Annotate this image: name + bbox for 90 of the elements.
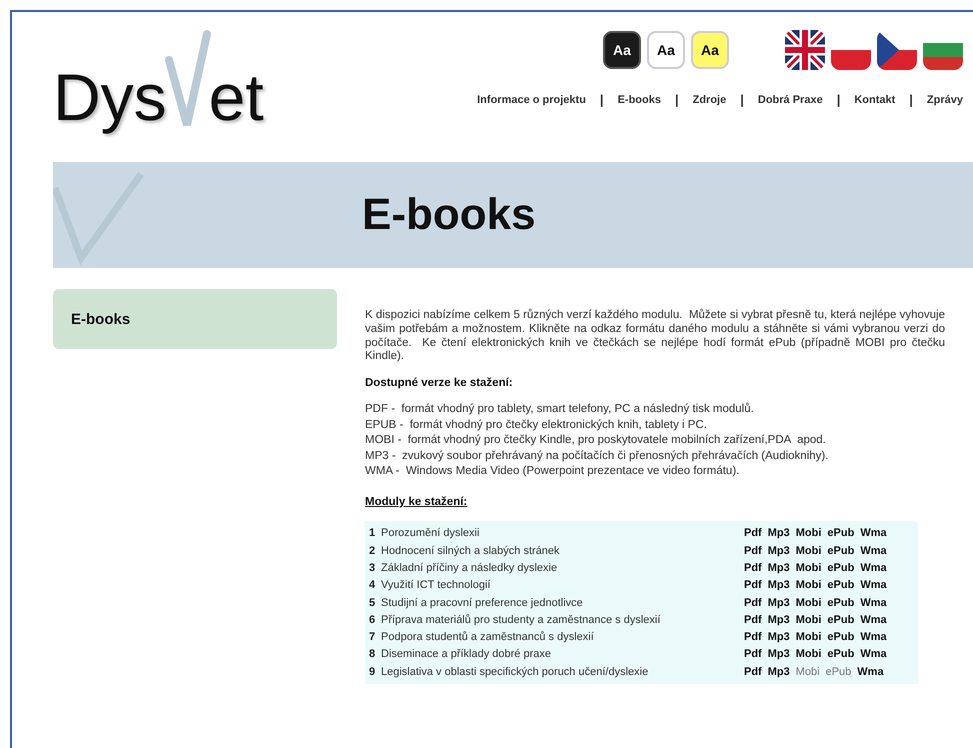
download-link[interactable]: Mobi bbox=[796, 544, 822, 557]
download-link[interactable]: Mobi bbox=[796, 527, 822, 540]
download-link[interactable]: Pdf bbox=[744, 544, 762, 557]
download-link[interactable]: Mobi bbox=[796, 631, 822, 644]
logo-text: et bbox=[208, 64, 264, 130]
download-link[interactable]: ePub bbox=[827, 527, 854, 540]
flag-icon[interactable] bbox=[785, 30, 825, 70]
download-link[interactable]: Pdf bbox=[744, 666, 762, 678]
module-number: 1 bbox=[369, 527, 376, 540]
download-link[interactable]: ePub bbox=[826, 666, 852, 678]
sidebar-item[interactable]: E-books bbox=[53, 289, 337, 349]
module-title[interactable]: Podpora studentů a zaměstnanců s dyslexií bbox=[381, 631, 738, 644]
module-title[interactable]: Studijní a pracovní preference jednotlivce bbox=[381, 596, 738, 609]
format-description: PDF - formát vhodný pro tablety, smart telefony, PC a následný tisk modulů. bbox=[365, 402, 755, 418]
module-title[interactable]: Základní příčiny a následky dyslexie bbox=[381, 562, 738, 574]
download-link[interactable]: Wma bbox=[860, 648, 887, 660]
nav-separator: | bbox=[836, 92, 840, 107]
download-link[interactable]: Mp3 bbox=[768, 648, 790, 660]
download-link[interactable]: ePub bbox=[827, 544, 854, 557]
intro-paragraph: K dispozici nabízíme celkem 5 různých verzí každého modulu. Můžete si vybrat přesně tu, která nejlépe vyhovuje vašim potřebám a možnostem. Klikněte na odkaz formátu daného modulu a stáhněte si vámi vybranou verzi do počítače. Ke čtení elektronických knih ve čtečkách se nejlépe hodí formát ePub (případně MOBI pro čtečku Kindle). bbox=[365, 309, 945, 364]
font-size-button[interactable]: Aa bbox=[647, 31, 685, 69]
module-number: 3 bbox=[369, 562, 376, 574]
download-link[interactable]: Wma bbox=[860, 544, 887, 557]
download-link[interactable]: Mp3 bbox=[768, 544, 790, 557]
download-link[interactable]: ePub bbox=[827, 562, 854, 574]
font-size-button[interactable]: Aa bbox=[603, 31, 641, 69]
nav-link[interactable]: Zdroje bbox=[692, 94, 726, 106]
font-size-button[interactable]: Aa bbox=[691, 31, 729, 69]
download-link[interactable]: Wma bbox=[860, 527, 887, 540]
download-link[interactable]: ePub bbox=[827, 631, 854, 644]
nav-separator: | bbox=[600, 92, 604, 107]
download-link[interactable]: Pdf bbox=[744, 596, 762, 609]
download-link[interactable]: Wma bbox=[860, 631, 887, 644]
download-link[interactable]: Mobi bbox=[796, 562, 822, 574]
section-heading: Moduly ke stažení: bbox=[365, 496, 468, 508]
nav-link[interactable]: Zprávy bbox=[926, 94, 963, 106]
format-description: WMA - Windows Media Video (Powerpoint prezentace ve video formátu). bbox=[365, 464, 740, 480]
flag-icon[interactable] bbox=[877, 30, 917, 70]
module-title[interactable]: Hodnocení silných a slabých stránek bbox=[381, 544, 738, 557]
download-link[interactable]: Mp3 bbox=[768, 596, 790, 609]
nav-link[interactable]: E-books bbox=[618, 94, 661, 106]
download-link[interactable]: Mobi bbox=[796, 614, 822, 626]
download-link[interactable]: ePub bbox=[827, 614, 854, 626]
module-title[interactable]: Diseminace a příklady dobré praxe bbox=[381, 648, 738, 660]
download-link[interactable]: Mobi bbox=[796, 666, 820, 678]
nav-link[interactable]: Informace o projektu bbox=[477, 94, 586, 106]
download-link[interactable]: ePub bbox=[827, 579, 854, 592]
download-link[interactable]: Mp3 bbox=[768, 631, 790, 644]
module-number: 4 bbox=[369, 579, 376, 592]
download-link[interactable]: Mobi bbox=[796, 596, 822, 609]
format-description: MOBI - formát vhodný pro čtečky Kindle, pro poskytovatele mobilních zařízení,PDA apod. bbox=[365, 433, 827, 448]
module-number: 2 bbox=[369, 544, 376, 557]
download-link[interactable]: Wma bbox=[860, 579, 887, 592]
page-title: E-books bbox=[362, 190, 536, 240]
download-link[interactable]: Pdf bbox=[744, 631, 762, 644]
module-number: 8 bbox=[369, 648, 376, 660]
download-link[interactable]: Mobi bbox=[796, 648, 822, 660]
download-link[interactable]: Wma bbox=[860, 596, 887, 609]
section-heading: Dostupné verze ke stažení: bbox=[365, 377, 514, 390]
download-link[interactable]: Mp3 bbox=[768, 666, 790, 678]
module-number: 6 bbox=[369, 614, 376, 626]
module-title[interactable]: Příprava materiálů pro studenty a zaměstnance s dyslexií bbox=[381, 614, 738, 626]
module-number: 9 bbox=[369, 666, 376, 678]
download-link[interactable]: Mp3 bbox=[768, 562, 790, 574]
module-title[interactable]: Legislativa v oblasti specifických poruch učení/dyslexie bbox=[381, 666, 738, 678]
download-link[interactable]: Wma bbox=[860, 614, 887, 626]
download-link[interactable]: Mp3 bbox=[768, 527, 790, 540]
nav-separator: | bbox=[909, 92, 913, 107]
format-description: MP3 - zvukový soubor přehrávaný na počítačích či přenosných přehrávačích (Audioknihy). bbox=[365, 448, 830, 464]
module-number: 7 bbox=[369, 631, 376, 644]
nav-link[interactable]: Kontakt bbox=[854, 94, 896, 106]
download-link[interactable]: Pdf bbox=[744, 648, 762, 660]
download-link[interactable]: Wma bbox=[857, 666, 884, 678]
nav-separator: | bbox=[740, 92, 744, 107]
download-link[interactable]: ePub bbox=[827, 596, 854, 609]
download-link[interactable]: Pdf bbox=[744, 527, 762, 540]
download-link[interactable]: Wma bbox=[860, 562, 887, 574]
download-link[interactable]: Pdf bbox=[744, 562, 762, 574]
download-link[interactable]: ePub bbox=[827, 648, 854, 660]
format-description: EPUB - formát vhodný pro čtečky elektronických knih, tablety i PC. bbox=[365, 418, 708, 433]
nav-link[interactable]: Dobrá Praxe bbox=[758, 94, 823, 106]
module-number: 5 bbox=[369, 596, 376, 609]
module-title[interactable]: Využití ICT technologií bbox=[381, 579, 738, 592]
download-link[interactable]: Pdf bbox=[744, 614, 762, 626]
download-link[interactable]: Pdf bbox=[744, 579, 762, 592]
download-link[interactable]: Mp3 bbox=[768, 579, 790, 592]
nav-separator: | bbox=[674, 92, 679, 107]
download-link[interactable]: Mobi bbox=[796, 579, 822, 592]
module-title[interactable]: Porozumění dyslexii bbox=[381, 527, 738, 540]
download-link[interactable]: Mp3 bbox=[768, 614, 790, 626]
